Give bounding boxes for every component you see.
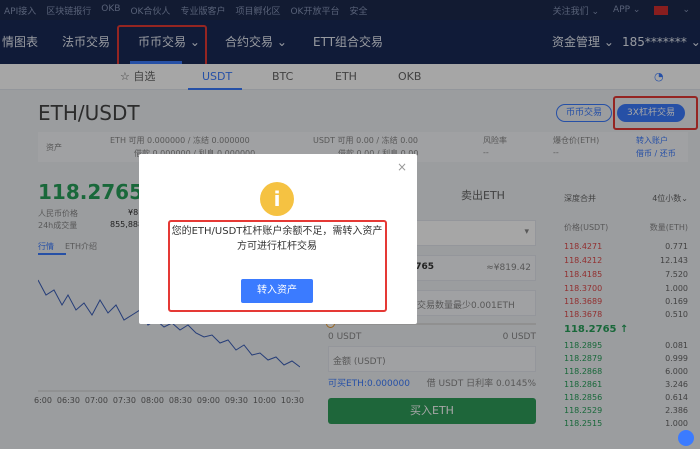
chat-support-icon[interactable] (678, 430, 694, 446)
warning-icon: i (260, 182, 294, 216)
close-icon[interactable]: × (397, 160, 407, 174)
highlight-dialog-content (168, 220, 387, 312)
